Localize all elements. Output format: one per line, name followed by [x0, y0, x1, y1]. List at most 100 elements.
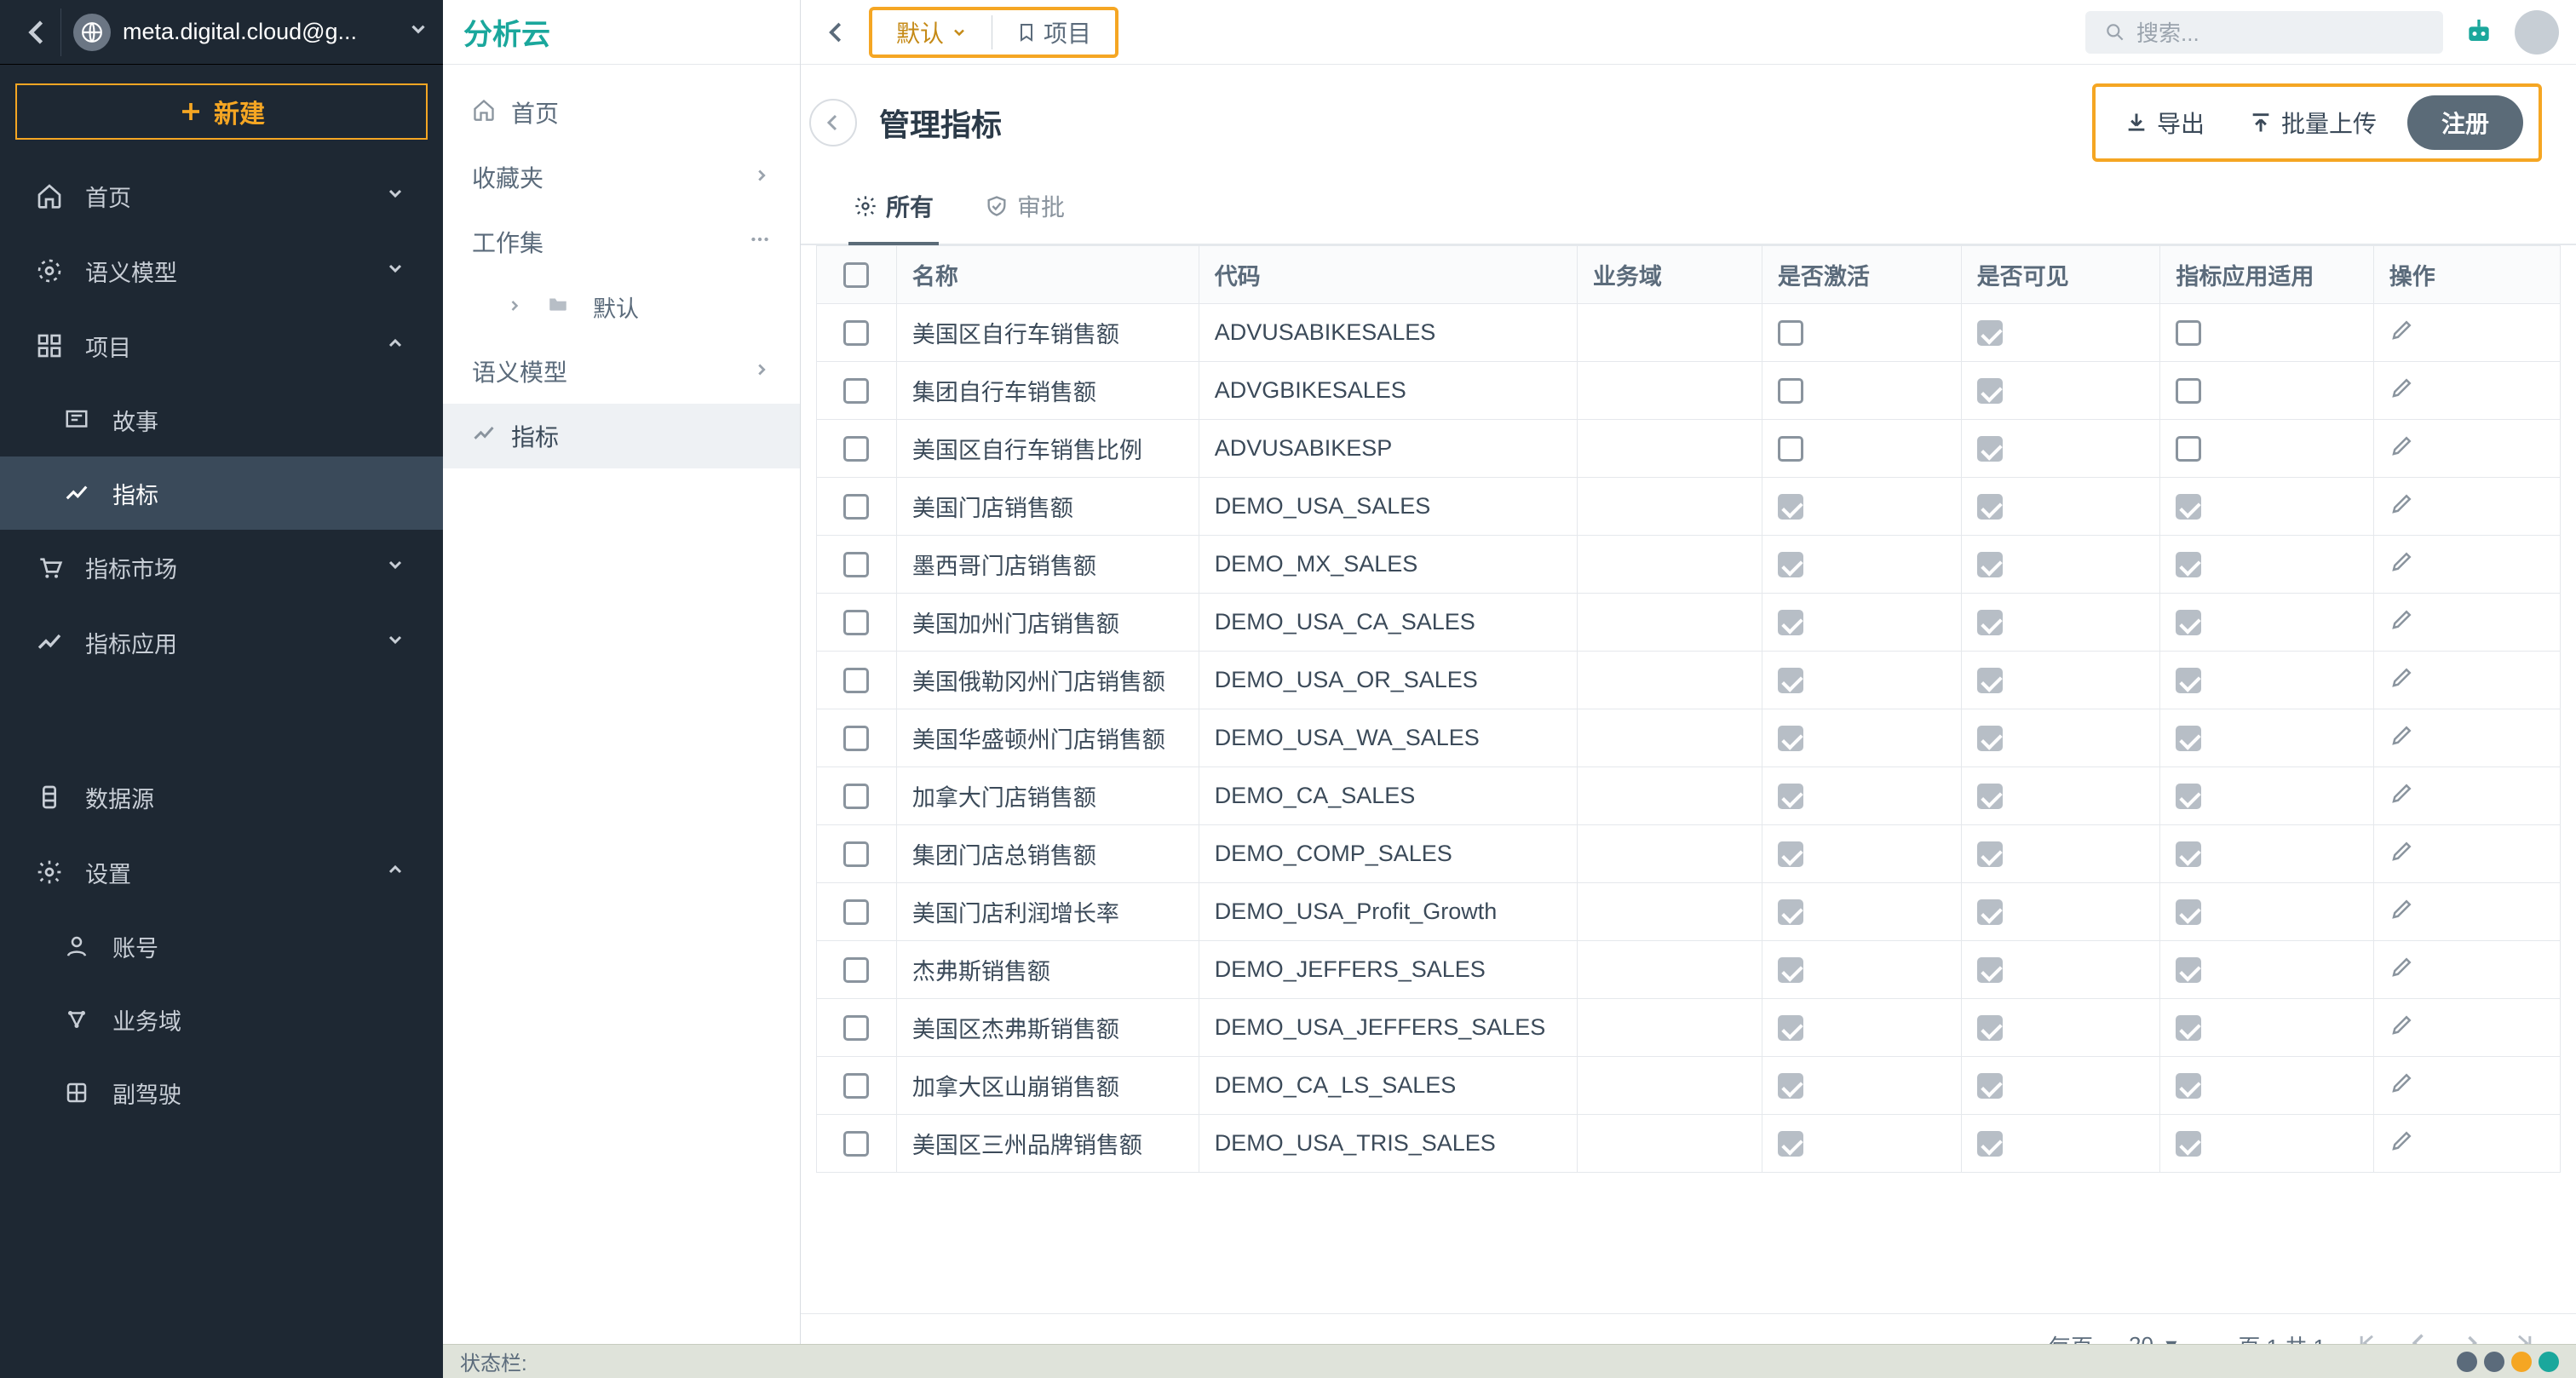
visible-checkbox[interactable]	[1977, 494, 2003, 520]
nav-item-market[interactable]: 指标市场	[0, 530, 443, 605]
visible-checkbox[interactable]	[1977, 436, 2003, 462]
edit-button[interactable]	[2389, 843, 2415, 869]
edit-button[interactable]	[2389, 380, 2415, 405]
nav-item-stories[interactable]: 故事	[0, 383, 443, 456]
row-checkbox[interactable]	[843, 610, 869, 635]
row-checkbox[interactable]	[843, 436, 869, 462]
visible-checkbox[interactable]	[1977, 899, 2003, 925]
apply-checkbox[interactable]	[2176, 436, 2201, 462]
visible-checkbox[interactable]	[1977, 841, 2003, 867]
edit-button[interactable]	[2389, 611, 2415, 637]
topbar-back-icon[interactable]	[818, 14, 855, 51]
edit-button[interactable]	[2389, 669, 2415, 695]
visible-checkbox[interactable]	[1977, 320, 2003, 346]
apply-checkbox[interactable]	[2176, 726, 2201, 751]
visible-checkbox[interactable]	[1977, 957, 2003, 983]
breadcrumb-section[interactable]: 项目	[992, 10, 1115, 55]
visible-checkbox[interactable]	[1977, 1073, 2003, 1099]
collapse-sidebar-button[interactable]	[809, 99, 857, 146]
edit-button[interactable]	[2389, 496, 2415, 521]
row-checkbox[interactable]	[843, 784, 869, 809]
sidebar-item-l-workset[interactable]: 工作集	[443, 210, 800, 274]
active-checkbox[interactable]	[1778, 1131, 1803, 1157]
active-checkbox[interactable]	[1778, 494, 1803, 520]
tenant-dropdown-icon[interactable]	[407, 18, 429, 46]
active-checkbox[interactable]	[1778, 784, 1803, 809]
row-checkbox[interactable]	[843, 1073, 869, 1099]
breadcrumb-project[interactable]: 默认	[872, 10, 992, 55]
apply-checkbox[interactable]	[2176, 668, 2201, 693]
row-checkbox[interactable]	[843, 1015, 869, 1041]
apply-checkbox[interactable]	[2176, 957, 2201, 983]
nav-item-copilot[interactable]: 副驾驶	[0, 1056, 443, 1129]
active-checkbox[interactable]	[1778, 726, 1803, 751]
nav-item-home[interactable]: 首页	[0, 158, 443, 233]
nav-item-metrics[interactable]: 指标	[0, 456, 443, 530]
row-checkbox[interactable]	[843, 320, 869, 346]
sidebar-item-l-fav[interactable]: 收藏夹	[443, 145, 800, 210]
sidebar-item-l-metrics[interactable]: 指标	[443, 404, 800, 468]
nav-item-bizdomain[interactable]: 业务域	[0, 983, 443, 1056]
tenant-name[interactable]: meta.digital.cloud@g...	[123, 19, 395, 45]
apply-checkbox[interactable]	[2176, 320, 2201, 346]
sidebar-item-l-default[interactable]: 默认	[443, 274, 800, 339]
row-checkbox[interactable]	[843, 957, 869, 983]
col-header-op[interactable]: 操作	[2373, 246, 2560, 304]
col-header-code[interactable]: 代码	[1199, 246, 1577, 304]
select-all-checkbox[interactable]	[843, 262, 869, 288]
active-checkbox[interactable]	[1778, 841, 1803, 867]
active-checkbox[interactable]	[1778, 957, 1803, 983]
active-checkbox[interactable]	[1778, 552, 1803, 577]
tab-review[interactable]: 审批	[980, 170, 1070, 245]
active-checkbox[interactable]	[1778, 378, 1803, 404]
sidebar-item-l-home[interactable]: 首页	[443, 80, 800, 145]
export-button[interactable]: 导出	[2111, 97, 2218, 148]
visible-checkbox[interactable]	[1977, 784, 2003, 809]
apply-checkbox[interactable]	[2176, 1015, 2201, 1041]
edit-button[interactable]	[2389, 959, 2415, 985]
active-checkbox[interactable]	[1778, 668, 1803, 693]
apply-checkbox[interactable]	[2176, 1131, 2201, 1157]
edit-button[interactable]	[2389, 727, 2415, 753]
visible-checkbox[interactable]	[1977, 378, 2003, 404]
col-header-visible[interactable]: 是否可见	[1961, 246, 2160, 304]
nav-item-project[interactable]: 项目	[0, 308, 443, 383]
tab-all[interactable]: 所有	[848, 170, 939, 245]
visible-checkbox[interactable]	[1977, 726, 2003, 751]
tenant-avatar-icon[interactable]	[73, 14, 111, 51]
active-checkbox[interactable]	[1778, 899, 1803, 925]
search-input[interactable]: 搜索...	[2085, 11, 2443, 54]
edit-button[interactable]	[2389, 438, 2415, 463]
visible-checkbox[interactable]	[1977, 610, 2003, 635]
row-checkbox[interactable]	[843, 899, 869, 925]
edit-button[interactable]	[2389, 554, 2415, 579]
visible-checkbox[interactable]	[1977, 1131, 2003, 1157]
edit-button[interactable]	[2389, 1133, 2415, 1158]
apply-checkbox[interactable]	[2176, 378, 2201, 404]
edit-button[interactable]	[2389, 785, 2415, 811]
row-checkbox[interactable]	[843, 668, 869, 693]
col-header-domain[interactable]: 业务域	[1577, 246, 1762, 304]
nav-item-datasource[interactable]: 数据源	[0, 760, 443, 835]
visible-checkbox[interactable]	[1977, 1015, 2003, 1041]
back-icon[interactable]	[14, 9, 61, 56]
nav-item-metric-app[interactable]: 指标应用	[0, 605, 443, 680]
edit-button[interactable]	[2389, 322, 2415, 347]
new-button[interactable]: 新建	[15, 83, 428, 140]
user-avatar[interactable]	[2515, 10, 2559, 55]
more-icon[interactable]	[749, 228, 771, 256]
col-header-name[interactable]: 名称	[896, 246, 1199, 304]
row-checkbox[interactable]	[843, 726, 869, 751]
active-checkbox[interactable]	[1778, 1073, 1803, 1099]
row-checkbox[interactable]	[843, 841, 869, 867]
nav-item-settings[interactable]: 设置	[0, 835, 443, 910]
col-header-apply[interactable]: 指标应用适用	[2160, 246, 2373, 304]
edit-button[interactable]	[2389, 901, 2415, 927]
active-checkbox[interactable]	[1778, 436, 1803, 462]
active-checkbox[interactable]	[1778, 1015, 1803, 1041]
bulk-upload-button[interactable]: 批量上传	[2235, 97, 2390, 148]
apply-checkbox[interactable]	[2176, 610, 2201, 635]
assistant-icon[interactable]	[2457, 10, 2501, 55]
visible-checkbox[interactable]	[1977, 552, 2003, 577]
row-checkbox[interactable]	[843, 494, 869, 520]
